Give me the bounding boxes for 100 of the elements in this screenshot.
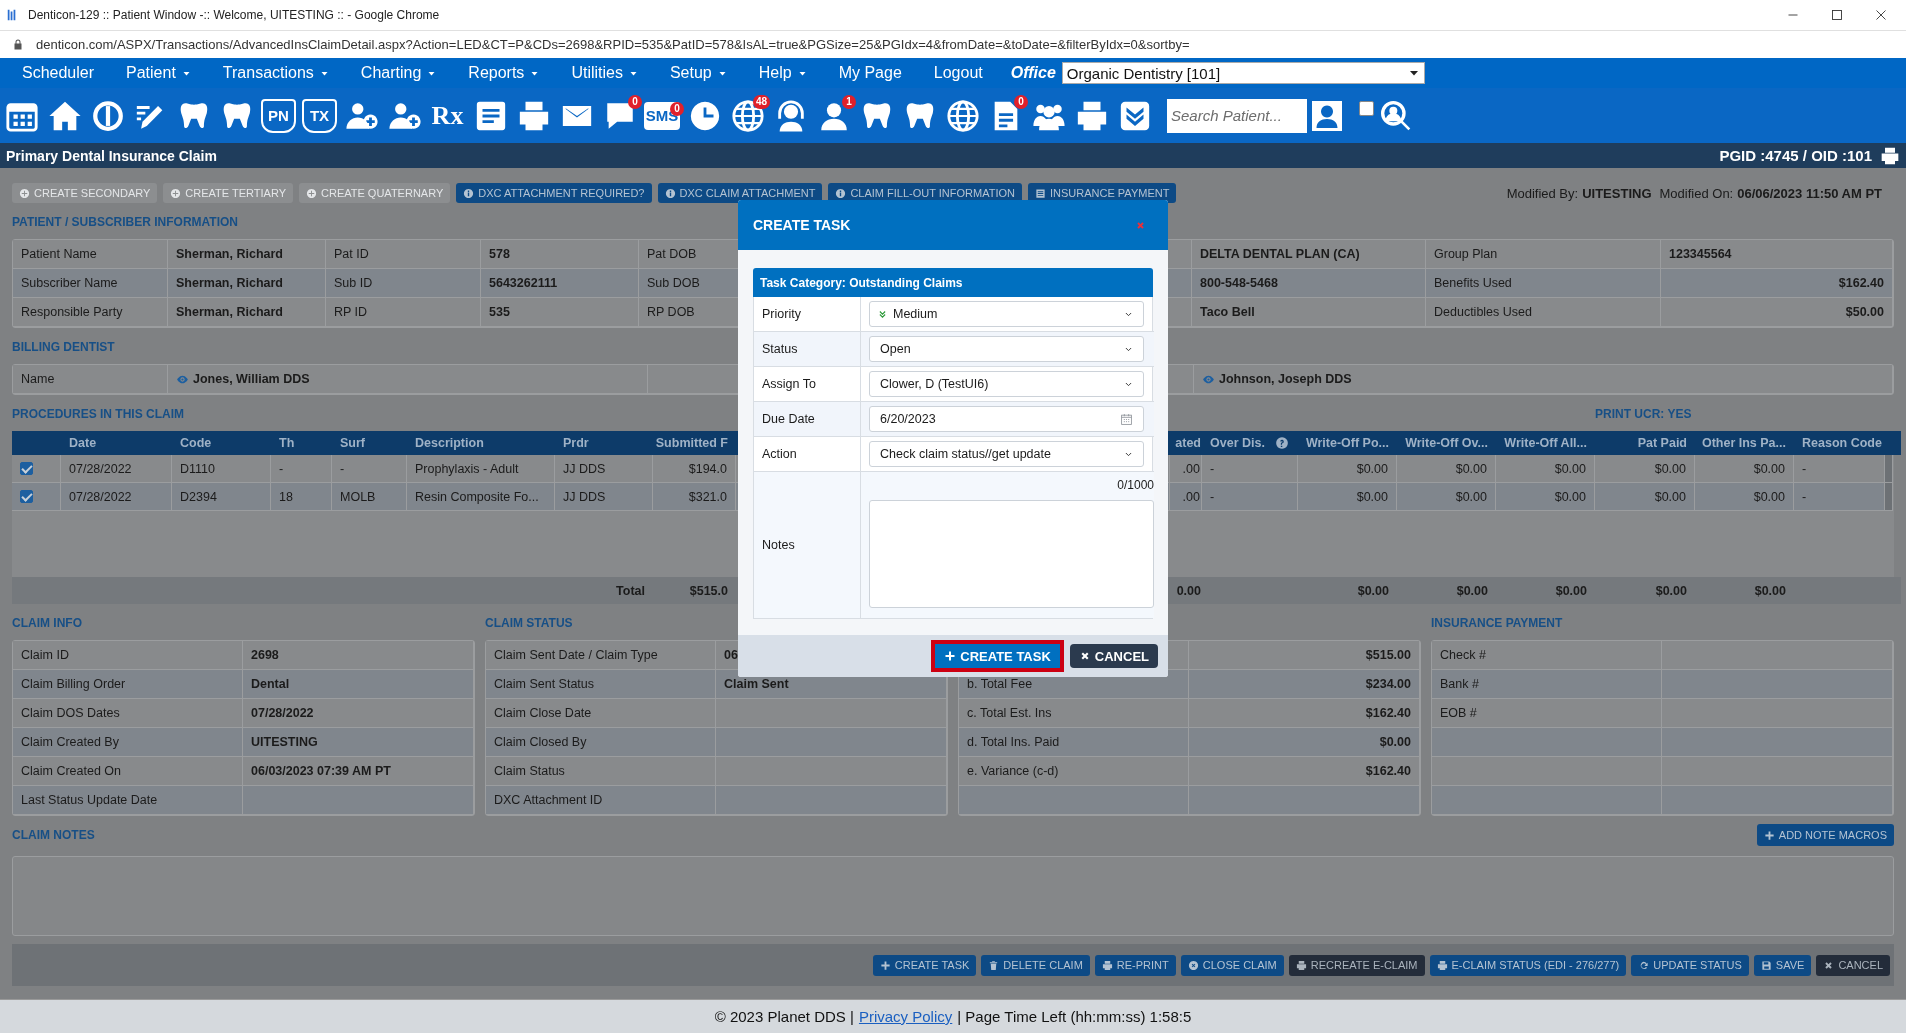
menu-item[interactable]: Utilities (555, 58, 654, 88)
menu-item[interactable]: Help (742, 58, 823, 88)
url-text[interactable]: denticon.com/ASPX/Transactions/AdvancedInsClaimDetail.aspx?Action=LED&CT=P&CDs=2698&RPID=535&PatID=578&IsAL=true&PGSize=25&PGIdx=4&fromDate=&toDate=&filterByIdx=0&sortby= (36, 37, 1190, 52)
column-header: Write-Off Po... (1298, 431, 1397, 455)
dialog-button[interactable]: CANCEL (1069, 644, 1158, 668)
menu-item[interactable]: Scheduler (6, 58, 111, 88)
save-icon (1760, 959, 1772, 971)
action-button[interactable]: INSURANCE PAYMENT (1028, 183, 1177, 203)
select-field[interactable]: Medium (869, 301, 1144, 327)
select-field[interactable]: Clower, D (TestUI6) (869, 371, 1144, 397)
column-header: Th (271, 431, 332, 455)
help-icon[interactable] (1274, 436, 1289, 450)
table-cell: Benefits Used (1426, 269, 1661, 298)
printer-icon[interactable] (1880, 145, 1900, 166)
action-button[interactable]: SAVE (1753, 954, 1812, 976)
column-header: ated (1170, 431, 1202, 455)
table-cell: - (271, 455, 332, 483)
toolbar-button[interactable]: Rx (429, 94, 466, 137)
table-cell: $0.00 (1397, 483, 1496, 511)
action-button[interactable]: RE-PRINT (1094, 954, 1176, 976)
table-cell: $321.0 (653, 483, 736, 511)
people-search-icon[interactable] (1380, 99, 1412, 132)
menu-item[interactable]: Logout (917, 58, 999, 88)
add-note-macros-button[interactable]: ADD NOTE MACROS (1756, 824, 1894, 846)
column-header: Date (61, 431, 172, 455)
toolbar-button[interactable]: PN (261, 98, 296, 133)
table-cell: $0.00 (1695, 483, 1794, 511)
column-header: Code (172, 431, 271, 455)
table-cell: $0.00 (1595, 577, 1695, 604)
table-cell: 123345564 (1661, 240, 1893, 269)
action-button[interactable]: CLOSE CLAIM (1180, 954, 1284, 976)
action-button[interactable]: CANCEL (1816, 954, 1890, 976)
toolbar-button[interactable]: TX (302, 98, 337, 133)
table-cell: Subscriber Name (13, 269, 168, 298)
table-cell: 07/28/2022 (61, 455, 172, 483)
row-checkbox[interactable] (20, 462, 33, 475)
page-ids: PGID :4745 / OID :101 (1719, 147, 1872, 164)
menu-item[interactable]: Patient (110, 58, 207, 88)
total-label: Total (555, 577, 653, 604)
table-cell: Bank # (1432, 670, 1662, 699)
office-label: Office (1010, 64, 1056, 82)
action-button[interactable]: DXC CLAIM ATTACHMENT (657, 183, 823, 203)
dialog-title: CREATE TASK (753, 217, 851, 233)
select-field[interactable]: Check claim status//get update (869, 441, 1144, 467)
refresh-icon (1638, 959, 1650, 971)
table-cell: $0.00 (1496, 577, 1595, 604)
privacy-policy-link[interactable]: Privacy Policy (858, 1008, 953, 1025)
table-cell: 06/03/2023 07:39 AM PT (243, 757, 474, 786)
table-cell: Sherman, Richard (168, 298, 326, 327)
office-select[interactable]: Organic Dentistry [101] (1061, 62, 1425, 84)
list-icon (1035, 187, 1046, 199)
action-button[interactable]: E-CLAIM STATUS (EDI - 276/277) (1429, 954, 1627, 976)
action-button[interactable]: DELETE CLAIM (981, 954, 1090, 976)
menu-item[interactable]: Charting (344, 58, 453, 88)
checkbox[interactable] (1359, 101, 1374, 116)
dentist-name[interactable]: Johnson, Joseph DDS (1219, 372, 1352, 386)
action-button[interactable]: DXC ATTACHMENT REQUIRED? (456, 183, 652, 203)
menu-item[interactable]: My Page (822, 58, 918, 88)
trash-icon (988, 959, 1000, 971)
action-button[interactable]: CREATE TASK (872, 954, 977, 976)
menu-item[interactable]: Reports (452, 58, 556, 88)
info-icon (664, 187, 676, 199)
table-cell: $0.00 (1397, 455, 1496, 483)
printer-icon (1295, 959, 1307, 971)
menu-item[interactable]: Transactions (206, 58, 345, 88)
action-button[interactable]: UPDATE STATUS (1631, 954, 1749, 976)
table-cell: Claim Billing Order (13, 670, 243, 699)
table-cell: $0.00 (1298, 455, 1397, 483)
column-header: Surf (332, 431, 407, 455)
dialog-button[interactable]: CREATE TASK (931, 640, 1064, 672)
table-cell: 18 (271, 483, 332, 511)
notes-field[interactable] (869, 500, 1154, 608)
table-cell: $0.00 (1298, 483, 1397, 511)
menu-item[interactable]: Setup (653, 58, 743, 88)
calendar-icon (1120, 412, 1133, 426)
info-icon (463, 187, 475, 199)
table-cell: .00 (1170, 483, 1202, 511)
table-cell: c. Total Est. Ins (959, 699, 1189, 728)
section-heading: CLAIM INFO (12, 616, 83, 630)
date-field[interactable]: 6/20/2023 (869, 406, 1144, 432)
column-header: Reason Code (1794, 431, 1885, 455)
column-header: Other Ins Pa... (1695, 431, 1794, 455)
column-header: Write-Off Ov... (1397, 431, 1496, 455)
header-cell (1885, 431, 1901, 455)
column-header: Prdr (555, 431, 653, 455)
action-button[interactable]: RECREATE E-CLAIM (1288, 954, 1425, 976)
action-button[interactable]: CLAIM FILL-OUT INFORMATION (828, 183, 1022, 203)
column-header: Over Dis. (1210, 436, 1265, 450)
dentist-name[interactable]: Jones, William DDS (193, 372, 310, 386)
search-field[interactable]: Search Patient... (1167, 98, 1307, 133)
badge: 1 (842, 94, 856, 109)
row-checkbox[interactable] (20, 490, 33, 503)
plus-icon (944, 650, 957, 662)
table-cell: Resin Composite Fo... (407, 483, 555, 511)
notes-field[interactable] (12, 856, 1894, 936)
table-cell: UITESTING (243, 728, 474, 757)
table-cell: Sub ID (326, 269, 481, 298)
field-label: Due Date (754, 402, 861, 437)
globe-icon (730, 98, 765, 133)
select-field[interactable]: Open (869, 336, 1144, 362)
